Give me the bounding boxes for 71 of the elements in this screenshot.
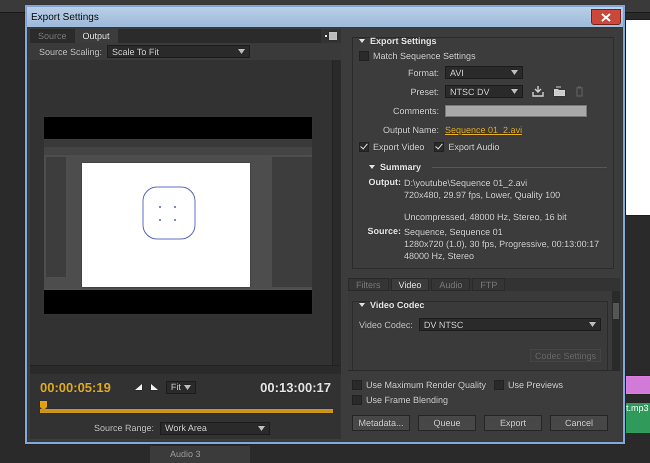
summary-text: D:\youtube\Sequence 01_2.avi (404, 177, 528, 189)
dropdown[interactable]: Scale To Fit (107, 45, 250, 58)
checkbox-label: Use Previews (508, 380, 564, 390)
checkbox[interactable] (494, 380, 504, 390)
summary-text: 720x480, 29.97 fps, Lower, Quality 100 (404, 189, 562, 201)
set-in-point-icon[interactable] (134, 383, 143, 391)
dialog-button[interactable]: Export (484, 415, 542, 431)
summary-text: 48000 Hz, Stereo (404, 250, 476, 262)
checkbox-label: Use Frame Blending (366, 394, 448, 404)
checkbox[interactable] (352, 394, 362, 404)
checkbox[interactable] (359, 50, 369, 60)
dialog-button[interactable]: Metadata... (352, 415, 410, 431)
caret-icon (258, 426, 266, 430)
section-heading: Summary (380, 162, 422, 172)
disclosure-triangle-icon[interactable] (359, 39, 365, 43)
section-heading: Video Codec (370, 300, 424, 310)
duration-timecode: 00:13:00:17 (260, 380, 331, 394)
scrollbar[interactable] (30, 365, 341, 374)
zoom-dropdown[interactable]: Fit (166, 380, 196, 394)
summary-text: Uncompressed, 48000 Hz, Stereo, 16 bit (404, 211, 567, 223)
checkbox[interactable] (434, 142, 444, 152)
caret-icon (511, 70, 518, 75)
tab[interactable]: Output (74, 29, 118, 43)
dropdown[interactable]: NTSC DV (445, 85, 523, 98)
summary-label: Output: (368, 177, 401, 189)
field-label: Comments: (392, 106, 439, 116)
caret-icon (184, 384, 191, 390)
dropdown[interactable]: DV NTSC (418, 318, 601, 331)
scrollbar[interactable] (612, 291, 620, 370)
close-icon (601, 12, 611, 22)
track-header: Audio 3 (150, 446, 250, 463)
dropdown[interactable]: AVI (445, 66, 523, 79)
caret-icon (589, 322, 596, 327)
timeline-track[interactable] (40, 401, 333, 413)
field-label: Video Codec: (359, 320, 413, 330)
summary-label: Source: (367, 226, 401, 238)
dialog-button[interactable]: Queue (418, 415, 476, 431)
current-timecode: 00:00:05:19 (40, 380, 111, 394)
field-label: Source Scaling: (39, 46, 102, 56)
caret-icon (511, 89, 518, 94)
disclosure-triangle-icon[interactable] (359, 303, 365, 307)
dialog-button[interactable]: Cancel (550, 415, 608, 431)
caret-icon (238, 49, 246, 54)
save-preset-icon[interactable] (532, 86, 544, 97)
checkbox-label: Export Audio (448, 142, 500, 152)
import-preset-icon[interactable] (553, 86, 566, 97)
summary-text: 1280x720 (1.0), 30 fps, Progressive, 00:13:00:17 (404, 238, 600, 250)
dropdown[interactable]: Work Area (160, 422, 270, 434)
disclosure-triangle-icon[interactable] (369, 165, 375, 169)
output-name-link[interactable]: Sequence 01_2.avi (445, 124, 522, 134)
checkbox-label: Use Maximum Render Quality (366, 380, 486, 390)
checkbox-label: Export Video (373, 142, 424, 152)
set-out-point-icon[interactable] (150, 383, 159, 391)
field-label: Output Name: (382, 124, 439, 134)
close-button[interactable] (591, 9, 621, 25)
comments-field[interactable] (445, 104, 587, 116)
field-label: Preset: (409, 86, 439, 96)
field-label: Source Range: (94, 423, 154, 433)
checkbox[interactable] (359, 142, 369, 152)
checkbox[interactable] (352, 380, 362, 390)
summary-text: Sequence, Sequence 01 (404, 226, 504, 238)
video-clip (626, 376, 650, 394)
field-label: Format: (406, 68, 439, 78)
window-title: Export Settings (31, 12, 99, 22)
checkbox-label: Match Sequence Settings (373, 50, 476, 60)
panel-menu-icon[interactable] (321, 29, 341, 43)
tab[interactable]: Video (390, 278, 430, 291)
audio-clip: t.mp3 (626, 403, 650, 433)
section-heading: Export Settings (370, 36, 437, 46)
playhead-handle[interactable] (40, 401, 47, 409)
scrollbar[interactable] (332, 60, 341, 365)
